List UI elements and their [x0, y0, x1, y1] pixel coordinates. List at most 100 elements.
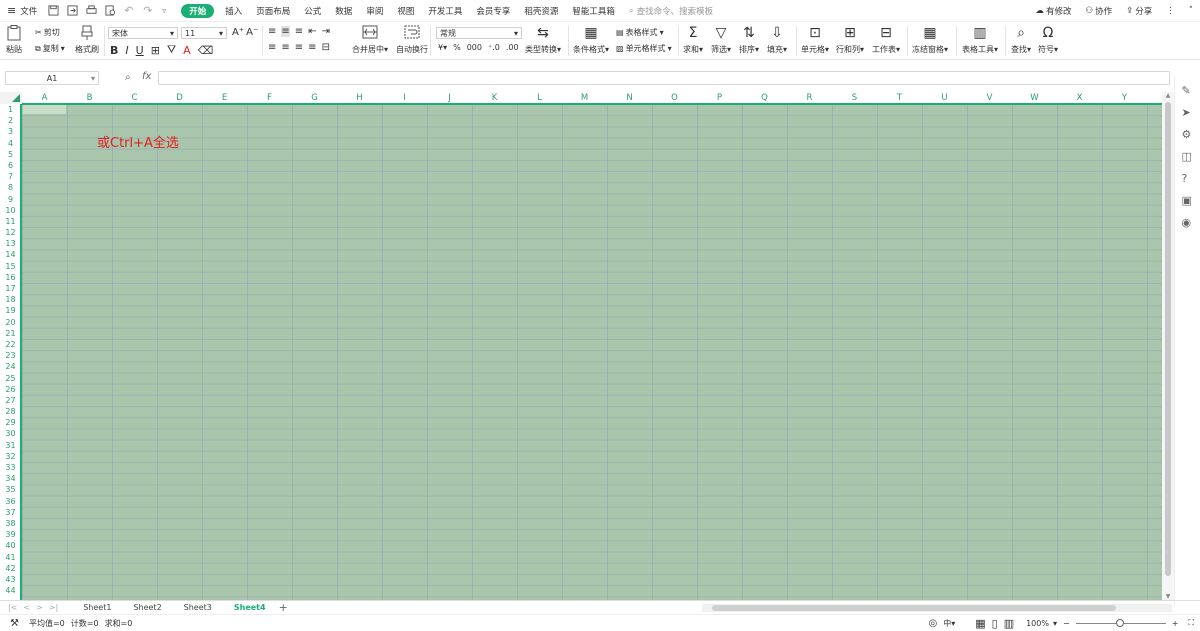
- row-header[interactable]: 18: [0, 294, 21, 305]
- thousands-separator-icon[interactable]: 000: [467, 43, 482, 52]
- row-header[interactable]: 8: [0, 182, 21, 193]
- zoom-slider[interactable]: [1075, 618, 1166, 627]
- formula-input[interactable]: [158, 71, 1170, 85]
- align-top-icon[interactable]: ≡: [268, 26, 276, 37]
- row-header[interactable]: 5: [0, 149, 21, 160]
- add-sheet-icon[interactable]: +: [279, 601, 288, 614]
- row-header[interactable]: 44: [0, 585, 21, 596]
- row-header[interactable]: 11: [0, 216, 21, 227]
- row-header[interactable]: 26: [0, 384, 21, 395]
- next-sheet-icon[interactable]: >: [36, 603, 43, 612]
- last-sheet-icon[interactable]: >|: [49, 603, 58, 612]
- fill-button[interactable]: ⇩ 填充▾: [767, 25, 787, 55]
- tab-insert[interactable]: 插入: [218, 0, 249, 22]
- increase-font-icon[interactable]: A⁺: [232, 27, 244, 38]
- sort-button[interactable]: ⇅ 排序▾: [739, 25, 759, 55]
- style-icon[interactable]: ✎: [1182, 84, 1194, 97]
- fill-color-icon[interactable]: ⛛: [167, 43, 176, 57]
- sheet-tab-2[interactable]: Sheet2: [122, 603, 172, 612]
- horizontal-scroll-thumb[interactable]: [712, 604, 1116, 611]
- decrease-font-icon[interactable]: A⁻: [246, 27, 258, 38]
- row-header[interactable]: 25: [0, 373, 21, 384]
- row-header[interactable]: 14: [0, 249, 21, 260]
- location-icon[interactable]: ◉: [1182, 216, 1194, 229]
- row-header[interactable]: 29: [0, 417, 21, 428]
- tab-review[interactable]: 审阅: [359, 0, 390, 22]
- row-header[interactable]: 15: [0, 261, 21, 272]
- sheet-tab-4[interactable]: Sheet4: [222, 603, 277, 612]
- row-header[interactable]: 23: [0, 350, 21, 361]
- bold-icon[interactable]: B: [110, 44, 118, 57]
- type-convert-button[interactable]: ⇆ 类型转换▾: [525, 25, 561, 55]
- undo-icon[interactable]: ↶: [124, 5, 135, 16]
- worksheet-button[interactable]: ⊟ 工作表▾: [872, 25, 900, 55]
- collapse-ribbon-icon[interactable]: ˄: [1182, 0, 1200, 22]
- paste-button[interactable]: 粘贴: [6, 25, 22, 55]
- tab-view[interactable]: 视图: [390, 0, 421, 22]
- unsaved-changes[interactable]: ☁ 有修改: [1028, 0, 1078, 22]
- row-header[interactable]: 33: [0, 462, 21, 473]
- page-break-view-icon[interactable]: ▥: [1004, 617, 1014, 630]
- row-header[interactable]: 20: [0, 317, 21, 328]
- row-header[interactable]: 13: [0, 238, 21, 249]
- cut-button[interactable]: ✂ 剪切: [35, 27, 60, 38]
- align-center-icon[interactable]: ≡: [281, 42, 289, 53]
- justify-icon[interactable]: ≡: [308, 42, 316, 53]
- normal-view-icon[interactable]: ▦: [975, 617, 985, 630]
- italic-icon[interactable]: I: [125, 44, 128, 57]
- tab-member[interactable]: 会员专享: [469, 0, 517, 22]
- row-header[interactable]: 17: [0, 283, 21, 294]
- row-header[interactable]: 1: [0, 104, 21, 115]
- image-icon[interactable]: ▣: [1182, 194, 1194, 207]
- print-icon[interactable]: [86, 5, 97, 16]
- row-header[interactable]: 34: [0, 473, 21, 484]
- print-preview-icon[interactable]: [105, 5, 116, 16]
- row-header[interactable]: 28: [0, 406, 21, 417]
- zoom-out-icon[interactable]: −: [1063, 619, 1070, 628]
- align-left-icon[interactable]: ≡: [268, 42, 276, 53]
- active-cell-a1[interactable]: [22, 104, 67, 116]
- row-header[interactable]: 24: [0, 361, 21, 372]
- select-cursor-icon[interactable]: ➤: [1182, 106, 1194, 119]
- zoom-dropdown-icon[interactable]: ▾: [1053, 619, 1057, 628]
- prev-sheet-icon[interactable]: <: [23, 603, 30, 612]
- increase-decimal-icon[interactable]: ⁺.0: [488, 43, 500, 52]
- zoom-slider-handle[interactable]: [1115, 618, 1124, 627]
- row-header[interactable]: 40: [0, 540, 21, 551]
- share-button[interactable]: ⇪ 分享: [1119, 0, 1159, 22]
- percent-icon[interactable]: %: [453, 43, 461, 52]
- align-right-icon[interactable]: ≡: [295, 42, 303, 53]
- table-style-button[interactable]: ▤ 表格样式 ▾: [616, 27, 664, 38]
- scroll-thumb[interactable]: [1165, 102, 1171, 576]
- adjust-icon[interactable]: ⚙: [1182, 128, 1194, 141]
- font-size-select[interactable]: 11 ▾: [181, 27, 227, 39]
- zoom-formula-icon[interactable]: ⌕: [125, 72, 131, 83]
- row-header[interactable]: 16: [0, 272, 21, 283]
- vertical-scrollbar[interactable]: ▲ ▼: [1162, 92, 1174, 600]
- row-header[interactable]: 42: [0, 563, 21, 574]
- row-header[interactable]: 30: [0, 428, 21, 439]
- cell-style-button[interactable]: ▨ 单元格样式 ▾: [616, 43, 672, 54]
- table-tools-button[interactable]: ▥ 表格工具▾: [962, 25, 998, 55]
- cell-button[interactable]: ⊡ 单元格▾: [801, 25, 829, 55]
- decrease-indent-icon[interactable]: ⇤: [308, 26, 316, 37]
- tab-formulas[interactable]: 公式: [297, 0, 328, 22]
- row-header[interactable]: 36: [0, 496, 21, 507]
- input-method-icon[interactable]: 中▾: [943, 618, 955, 629]
- font-name-select[interactable]: 宋体 ▾: [108, 27, 178, 39]
- sheet-tab-1[interactable]: Sheet1: [72, 603, 122, 612]
- more-menu-icon[interactable]: ⋮: [1159, 0, 1182, 22]
- save-icon[interactable]: [48, 5, 59, 16]
- first-sheet-icon[interactable]: |<: [8, 603, 17, 612]
- zoom-level[interactable]: 100%: [1026, 619, 1049, 628]
- row-header[interactable]: 4: [0, 138, 21, 149]
- file-menu[interactable]: ≡ 文件: [0, 0, 44, 22]
- border-icon[interactable]: ⊞: [151, 44, 160, 57]
- command-search[interactable]: ⌕ 查找命令、搜索模板: [622, 0, 720, 22]
- horizontal-scrollbar[interactable]: [702, 603, 1172, 612]
- row-header[interactable]: 2: [0, 115, 21, 126]
- row-header[interactable]: 10: [0, 205, 21, 216]
- collaborate-button[interactable]: ⚇ 协作: [1078, 0, 1119, 22]
- cell-area[interactable]: 或Ctrl+A全选: [22, 104, 1162, 600]
- tab-data[interactable]: 数据: [328, 0, 359, 22]
